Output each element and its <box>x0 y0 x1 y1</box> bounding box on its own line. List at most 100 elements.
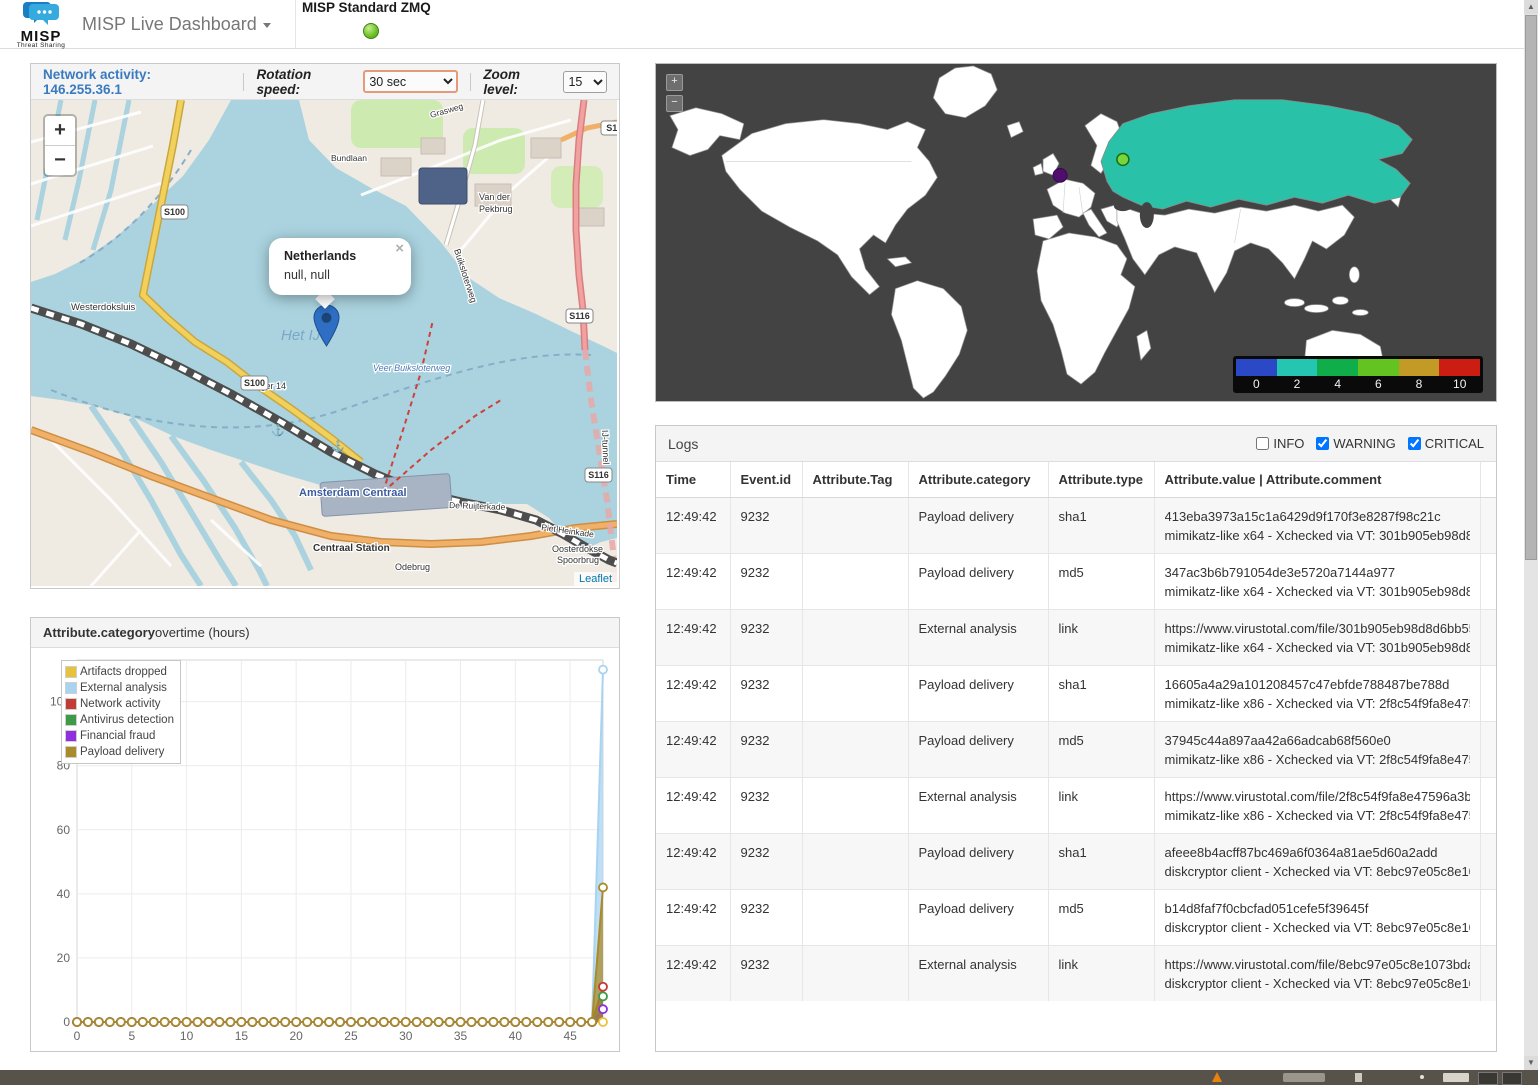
taskbar-tray-item[interactable] <box>1443 1073 1469 1082</box>
filter-warning[interactable]: WARNING <box>1316 436 1395 451</box>
leaflet-map[interactable]: ⚓ ⚓ Het IJ Westerdoksluis Steiger 14 Vee… <box>31 100 617 586</box>
scroll-up-arrow[interactable]: ▲ <box>1524 0 1538 14</box>
cell-event_id: 9232 <box>730 890 802 946</box>
map-label-ij-tunnel: IJ-tunnel <box>600 430 611 465</box>
filter-label: WARNING <box>1333 436 1395 451</box>
map-popup: × Netherlands null, null <box>269 238 411 295</box>
filter-checkbox-info[interactable] <box>1256 437 1269 450</box>
column-header: Attribute.value | Attribute.comment <box>1154 462 1480 498</box>
world-map-legend: 0246810 <box>1233 356 1483 393</box>
legend-swatch <box>65 730 77 742</box>
nav-divider <box>295 0 296 48</box>
zoom-level-select[interactable]: 15 <box>563 71 607 93</box>
cell-category: Payload delivery <box>908 890 1048 946</box>
chart-plot-area: 051015202530354045020406080100 Artifacts… <box>31 648 617 1050</box>
taskbar-icon[interactable] <box>1355 1073 1362 1082</box>
cell-tag <box>802 610 908 666</box>
event-marker-russia <box>1117 153 1129 165</box>
map-zoom-out-button[interactable]: − <box>45 146 75 175</box>
cell-category: Payload delivery <box>908 666 1048 722</box>
legend-swatch <box>65 714 77 726</box>
table-row: 12:49:429232External analysislinkhttps:/… <box>656 610 1496 666</box>
leaflet-link[interactable]: Leaflet <box>579 573 612 585</box>
amsterdam-map-tiles: ⚓ ⚓ Het IJ Westerdoksluis Steiger 14 Vee… <box>31 100 617 586</box>
svg-text:40: 40 <box>57 887 71 901</box>
taskbar-tray-box[interactable] <box>1478 1072 1498 1085</box>
network-activity-panel: Network activity: 146.255.36.1 Rotation … <box>30 63 620 589</box>
navbar: MISP Threat Sharing MISP Live Dashboard … <box>0 0 1538 49</box>
taskbar-dot <box>1420 1075 1424 1079</box>
brand-subtitle: Threat Sharing <box>10 42 72 49</box>
misp-logo[interactable]: MISP Threat Sharing <box>10 1 72 49</box>
world-map-panel: + − 0246810 <box>655 63 1497 402</box>
map-label-oosterdokse: Oosterdokse <box>552 544 603 554</box>
world-zoom-in-button[interactable]: + <box>666 74 683 91</box>
cell-type: link <box>1048 610 1154 666</box>
header-divider <box>243 73 244 91</box>
svg-text:10: 10 <box>180 1029 194 1043</box>
legend-tick: 10 <box>1439 376 1480 392</box>
zmq-status-label: MISP Standard ZMQ <box>302 0 431 15</box>
filter-checkbox-critical[interactable] <box>1408 437 1421 450</box>
nav-dashboard-menu[interactable]: MISP Live Dashboard <box>82 0 271 48</box>
scroll-down-arrow[interactable]: ▼ <box>1524 1056 1538 1070</box>
road-badge-s116: S116 <box>588 470 609 480</box>
page-scrollbar[interactable]: ▲ ▼ <box>1524 0 1538 1070</box>
cell-time: 12:49:42 <box>656 666 730 722</box>
table-row: 12:49:429232Payload deliverysha116605a4a… <box>656 666 1496 722</box>
cell-value-comment: 16605a4a29a101208457c47ebfde788487be788d… <box>1154 666 1480 722</box>
column-header: Attribute.category <box>908 462 1048 498</box>
cell-value-comment: 413eba3973a15c1a6429d9f170f3e8287f98c21c… <box>1154 498 1480 554</box>
cell-value-comment: afeee8b4acff87bc469a6f0364a81ae5d60a2add… <box>1154 834 1480 890</box>
svg-text:⚓: ⚓ <box>271 424 285 437</box>
cell-event_id: 9232 <box>730 666 802 722</box>
cell-category: Payload delivery <box>908 722 1048 778</box>
cell-event_id: 9232 <box>730 498 802 554</box>
filter-label: INFO <box>1273 436 1304 451</box>
cell-category: External analysis <box>908 778 1048 834</box>
taskbar-tray-box[interactable] <box>1502 1072 1522 1085</box>
chart-legend: Artifacts droppedExternal analysisNetwor… <box>61 660 181 764</box>
svg-text:0: 0 <box>74 1029 81 1043</box>
cell-tag <box>802 946 908 1002</box>
cell-event_id: 9232 <box>730 722 802 778</box>
legend-item: Financial fraud <box>65 728 174 744</box>
cell-event_id: 9232 <box>730 554 802 610</box>
close-icon[interactable]: × <box>395 242 404 256</box>
world-zoom-out-button[interactable]: − <box>666 95 683 112</box>
rotation-speed-select[interactable]: 30 sec <box>363 70 458 93</box>
filter-checkbox-warning[interactable] <box>1316 437 1329 450</box>
network-panel-header: Network activity: 146.255.36.1 Rotation … <box>31 64 619 100</box>
world-map[interactable] <box>656 64 1494 399</box>
cell-time: 12:49:42 <box>656 610 730 666</box>
cell-event_id: 9232 <box>730 610 802 666</box>
cell-category: Payload delivery <box>908 554 1048 610</box>
map-zoom-in-button[interactable]: + <box>45 116 75 146</box>
network-activity-link[interactable]: Network activity: 146.255.36.1 <box>43 67 231 97</box>
table-row: 12:49:429232Payload deliverymd5347ac3b6b… <box>656 554 1496 610</box>
map-label-de-ruijterkade: De Ruijterkade <box>449 500 506 512</box>
legend-item: External analysis <box>65 680 174 696</box>
scrollbar-thumb[interactable] <box>1525 15 1537 560</box>
map-label-pekbrug: Pekbrug <box>479 204 513 214</box>
legend-swatch <box>1277 359 1318 376</box>
taskbar-alert-icon[interactable] <box>1212 1072 1222 1082</box>
cell-type: md5 <box>1048 890 1154 946</box>
cell-value-comment: b14d8faf7f0cbcfad051cefe5f39645fdiskcryp… <box>1154 890 1480 946</box>
column-header: Attribute.type <box>1048 462 1154 498</box>
cell-event_id: 9232 <box>730 946 802 1002</box>
chart-title-bold: Attribute.category <box>43 625 155 640</box>
svg-text:20: 20 <box>289 1029 303 1043</box>
filter-label: CRITICAL <box>1425 436 1484 451</box>
table-row: 12:49:429232Payload deliverysha1afeee8b4… <box>656 834 1496 890</box>
legend-tick: 6 <box>1358 376 1399 392</box>
legend-item: Payload delivery <box>65 744 174 760</box>
taskbar-button[interactable] <box>1283 1073 1325 1082</box>
filter-critical[interactable]: CRITICAL <box>1408 436 1484 451</box>
map-label-odebrug: Odebrug <box>395 562 430 572</box>
legend-swatch <box>1236 359 1277 376</box>
zoom-level-label: Zoom level: <box>483 67 557 97</box>
table-row: 12:49:429232Payload deliverymd537945c44a… <box>656 722 1496 778</box>
eye-film-building <box>419 168 467 204</box>
filter-info[interactable]: INFO <box>1256 436 1304 451</box>
